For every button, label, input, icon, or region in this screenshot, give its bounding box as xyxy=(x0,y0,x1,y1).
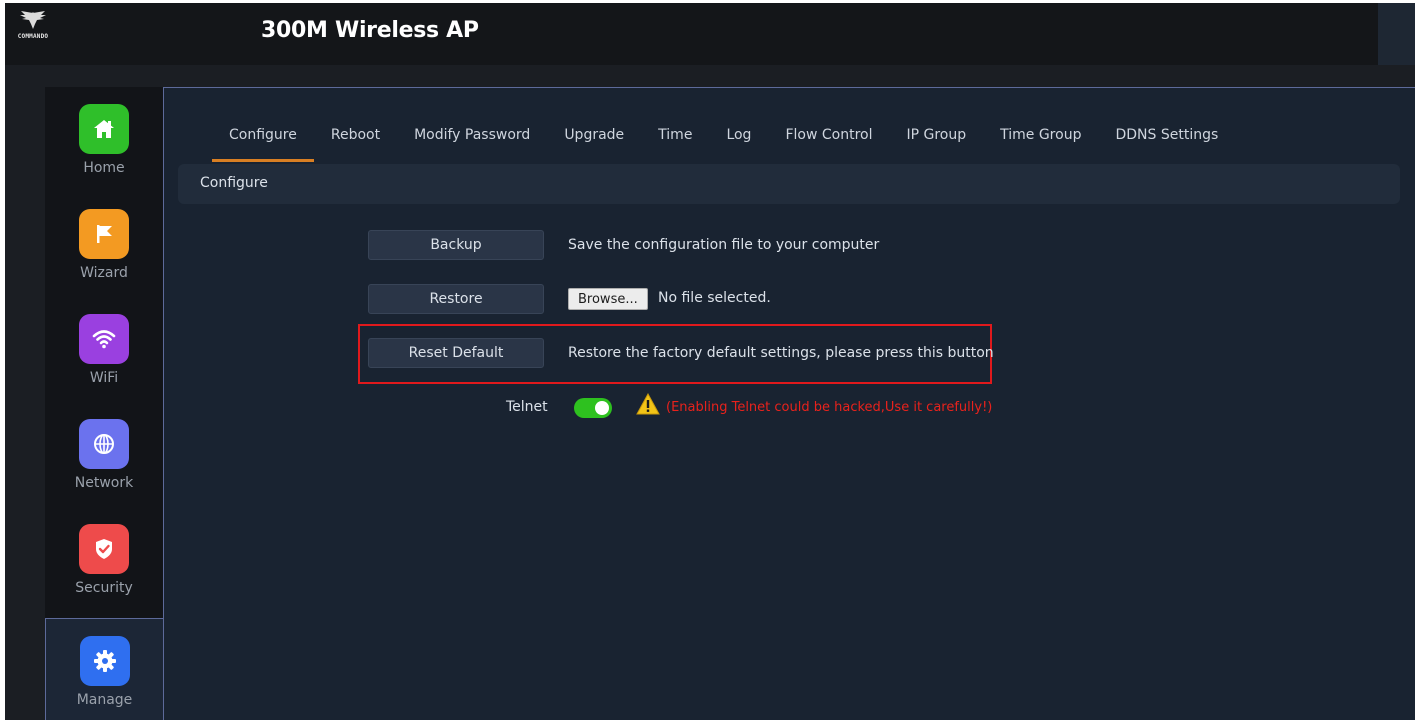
telnet-warning-text: (Enabling Telnet could be hacked,Use it … xyxy=(666,400,993,415)
sidebar-item-home[interactable]: Home xyxy=(45,87,163,192)
sidebar-item-security[interactable]: Security xyxy=(45,507,163,612)
tab-ip-group[interactable]: IP Group xyxy=(889,110,983,162)
shield-icon xyxy=(96,539,112,559)
wifi-icon xyxy=(92,330,116,349)
tab-ddns-settings[interactable]: DDNS Settings xyxy=(1098,110,1235,162)
sidebar-item-manage[interactable]: Manage xyxy=(45,618,163,720)
tab-reboot[interactable]: Reboot xyxy=(314,110,397,162)
sidebar-item-wizard[interactable]: Wizard xyxy=(45,192,163,297)
topbar-right-block xyxy=(1378,3,1415,65)
warning-icon xyxy=(636,393,660,415)
section-header: Configure xyxy=(178,164,1400,204)
toggle-knob xyxy=(595,401,609,415)
sidebar-item-label: Network xyxy=(74,475,134,491)
network-tile xyxy=(79,419,129,469)
gear-icon xyxy=(93,650,116,672)
flag-icon xyxy=(97,225,112,243)
tab-bar: Configure Reboot Modify Password Upgrade… xyxy=(212,110,1235,162)
tab-upgrade[interactable]: Upgrade xyxy=(547,110,641,162)
security-tile xyxy=(79,524,129,574)
tab-modify-password[interactable]: Modify Password xyxy=(397,110,547,162)
restore-button[interactable]: Restore xyxy=(368,284,544,314)
tab-flow-control[interactable]: Flow Control xyxy=(768,110,889,162)
main-panel: Configure Reboot Modify Password Upgrade… xyxy=(163,87,1415,720)
sidebar-item-label: WiFi xyxy=(89,370,119,386)
section-title: Configure xyxy=(200,175,268,191)
logo-text: COMMANDO xyxy=(17,33,49,40)
app-title: 300M Wireless AP xyxy=(261,18,479,43)
browse-file-button[interactable]: Browse... xyxy=(568,288,648,310)
backup-button[interactable]: Backup xyxy=(368,230,544,260)
reset-description: Restore the factory default settings, pl… xyxy=(568,345,994,361)
tab-time[interactable]: Time xyxy=(641,110,709,162)
top-bar: COMMANDO 300M Wireless AP xyxy=(5,3,1415,65)
sidebar-item-label: Wizard xyxy=(80,265,128,281)
sidebar-item-label: Security xyxy=(75,580,133,596)
globe-icon xyxy=(94,434,114,454)
telnet-toggle[interactable] xyxy=(574,398,612,418)
file-status-text: No file selected. xyxy=(658,290,771,306)
sidebar: Home Wizard WiFi Network Security Manage xyxy=(45,87,163,720)
home-icon xyxy=(94,120,114,138)
backup-description: Save the configuration file to your comp… xyxy=(568,237,880,253)
tab-configure[interactable]: Configure xyxy=(212,110,314,162)
reset-default-button[interactable]: Reset Default xyxy=(368,338,544,368)
sidebar-item-wifi[interactable]: WiFi xyxy=(45,297,163,402)
app-window: COMMANDO 300M Wireless AP Home Wizard Wi… xyxy=(5,3,1415,720)
manage-tile xyxy=(79,636,130,686)
wifi-tile xyxy=(79,314,129,364)
eagle-logo-icon xyxy=(20,11,46,29)
sidebar-item-label: Manage xyxy=(76,692,133,708)
telnet-label: Telnet xyxy=(506,399,548,415)
wizard-tile xyxy=(79,209,129,259)
sidebar-item-label: Home xyxy=(83,160,125,176)
sidebar-item-network[interactable]: Network xyxy=(45,402,163,507)
tab-time-group[interactable]: Time Group xyxy=(983,110,1098,162)
home-tile xyxy=(79,104,129,154)
brand-logo: COMMANDO xyxy=(9,9,57,49)
tab-log[interactable]: Log xyxy=(709,110,768,162)
